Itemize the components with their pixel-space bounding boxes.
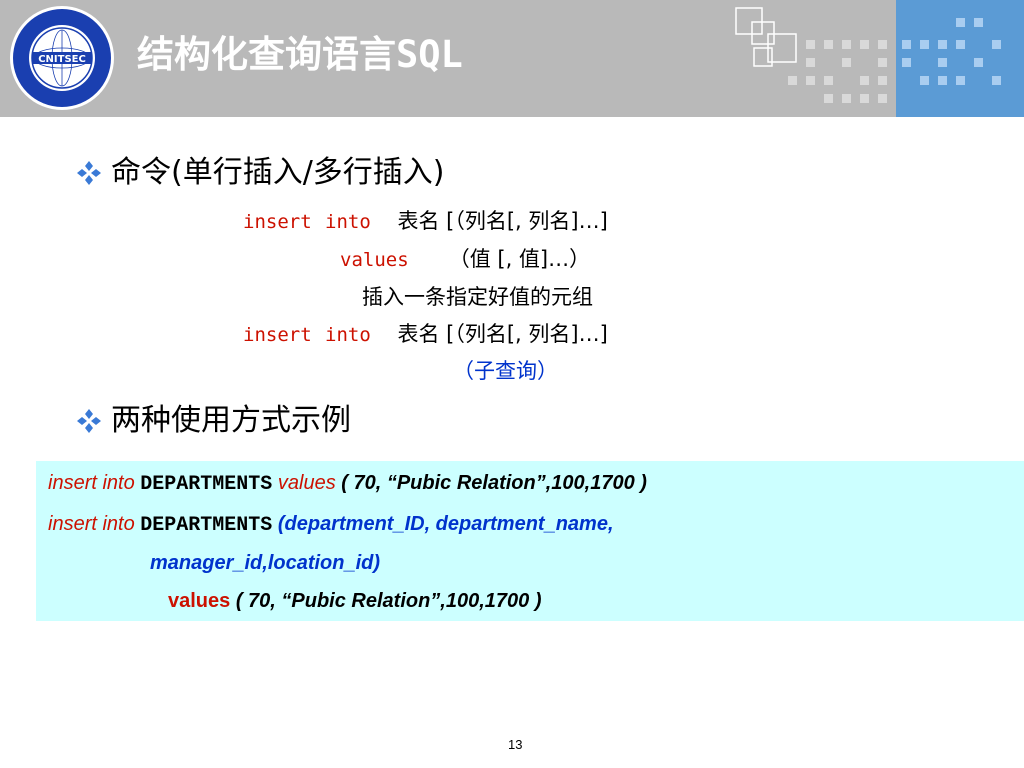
syntax-line-3: 插入一条指定好值的元组 xyxy=(362,285,593,309)
syntax-line-2: values （值 [, 值]…） xyxy=(340,247,591,271)
diamond-bullet-icon xyxy=(77,161,101,185)
bullet-command: 命令(单行插入/多行插入) xyxy=(75,158,445,188)
example-line-2: insert into DEPARTMENTS (department_ID, … xyxy=(48,513,614,537)
bullet-command-text: 命令(单行插入/多行插入) xyxy=(111,155,445,190)
page-number: 13 xyxy=(508,737,523,752)
syntax-line-1: insert into 表名 [（列名[, 列名]…] xyxy=(243,209,608,233)
slide-title: 结构化查询语言SQL xyxy=(137,36,463,73)
bullet-examples: 两种使用方式示例 xyxy=(75,406,351,436)
diamond-bullet-icon xyxy=(77,409,101,433)
example-line-4: values ( 70, “Pubic Relation”,100,1700 ) xyxy=(168,590,542,612)
bullet-examples-text: 两种使用方式示例 xyxy=(111,403,351,438)
title-chinese: 结构化查询语言 xyxy=(137,33,396,76)
svg-text:CNITSEC: CNITSEC xyxy=(38,54,86,65)
slide-header: CNITSEC 结构化查询语言SQL xyxy=(0,0,1024,117)
header-decoration xyxy=(735,7,1001,103)
example-line-1: insert into DEPARTMENTS values ( 70, “Pu… xyxy=(48,472,647,496)
logo-seal: CNITSEC xyxy=(10,6,114,110)
example-line-3: manager_id,location_id) xyxy=(150,552,381,574)
title-sql: SQL xyxy=(396,33,463,76)
syntax-line-4: insert into 表名 [（列名[, 列名]…] xyxy=(243,322,608,346)
syntax-line-5: （子查询） xyxy=(453,359,558,383)
example-box: insert into DEPARTMENTS values ( 70, “Pu… xyxy=(36,461,1024,621)
